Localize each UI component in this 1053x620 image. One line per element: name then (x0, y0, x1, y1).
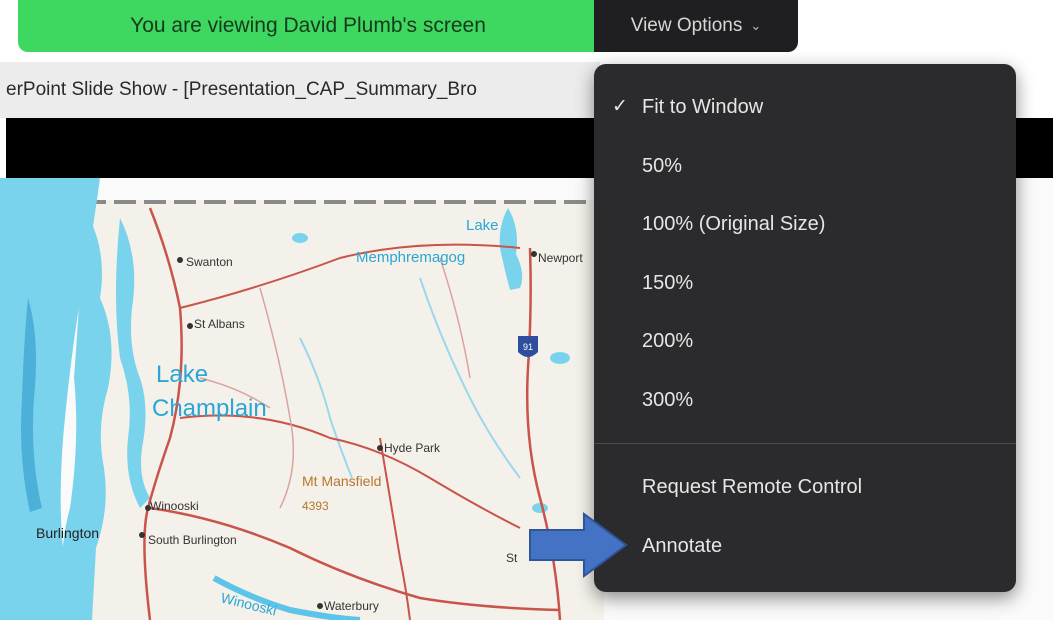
map-label-burlington: Burlington (36, 525, 99, 541)
town-dot (377, 445, 383, 451)
banner-text: You are viewing David Plumb's screen (130, 14, 486, 37)
map-label-hyde-park: Hyde Park (384, 441, 441, 455)
town-dot (177, 257, 183, 263)
menu-item-label: 200% (642, 330, 694, 352)
screen-share-banner: You are viewing David Plumb's screen (18, 0, 598, 52)
map-label-lake-champlain-1: Lake (156, 361, 208, 388)
map-label-mt-mansfield-elev: 4393 (302, 499, 329, 513)
small-lake (292, 233, 308, 243)
menu-item-zoom-300[interactable]: 300% (594, 371, 1016, 430)
menu-item-fit-to-window[interactable]: ✓ Fit to Window (594, 78, 1016, 137)
map-label-memphremagog: Memphremagog (356, 249, 465, 266)
menu-item-zoom-100[interactable]: 100% (Original Size) (594, 195, 1016, 254)
map-label-winooski: Winooski (150, 499, 199, 513)
menu-item-label: 150% (642, 271, 694, 294)
menu-item-zoom-200[interactable]: 200% (594, 312, 1016, 371)
town-dot (187, 323, 193, 329)
menu-divider (594, 443, 1016, 444)
menu-item-label: 100% (Original Size) (642, 213, 826, 235)
window-title: erPoint Slide Show - [Presentation_CAP_S… (6, 79, 478, 100)
map-label-south-burlington: South Burlington (148, 533, 237, 547)
highlight-arrow-icon (529, 512, 628, 578)
town-dot (317, 603, 323, 609)
interstate-number: 91 (523, 342, 533, 352)
menu-item-request-remote-control[interactable]: Request Remote Control (594, 458, 1016, 517)
menu-item-zoom-150[interactable]: 150% (594, 254, 1016, 313)
menu-item-label: Request Remote Control (642, 476, 863, 498)
small-lake (550, 352, 570, 364)
map-label-stowe: St (506, 551, 518, 565)
map-label-swanton: Swanton (186, 255, 233, 269)
chevron-down-icon: ⌄ (750, 18, 762, 33)
interstate-shield: 91 (518, 336, 538, 357)
menu-item-label: Fit to Window (642, 96, 764, 118)
map-label-newport: Newport (538, 251, 583, 265)
town-dot (139, 532, 145, 538)
menu-item-label: 50% (642, 154, 683, 177)
menu-item-zoom-50[interactable]: 50% (594, 137, 1016, 196)
map-label-lake: Lake (466, 217, 499, 234)
window-title-bar: erPoint Slide Show - [Presentation_CAP_S… (0, 62, 600, 118)
town-dot (531, 251, 537, 257)
map-label-st-albans: St Albans (194, 317, 245, 331)
menu-item-label: Annotate (642, 534, 723, 557)
map-label-lake-champlain-2: Champlain (152, 395, 267, 422)
view-options-menu: ✓ Fit to Window 50% 100% (Original Size)… (594, 64, 1016, 592)
view-options-label: View Options (630, 15, 743, 36)
map-label-waterbury: Waterbury (324, 599, 379, 613)
checkmark-icon: ✓ (612, 96, 628, 117)
view-options-button[interactable]: View Options ⌄ (594, 0, 798, 52)
menu-item-label: 300% (642, 388, 694, 411)
menu-item-annotate[interactable]: Annotate (594, 517, 1016, 576)
map-label-mt-mansfield: Mt Mansfield (302, 473, 381, 489)
